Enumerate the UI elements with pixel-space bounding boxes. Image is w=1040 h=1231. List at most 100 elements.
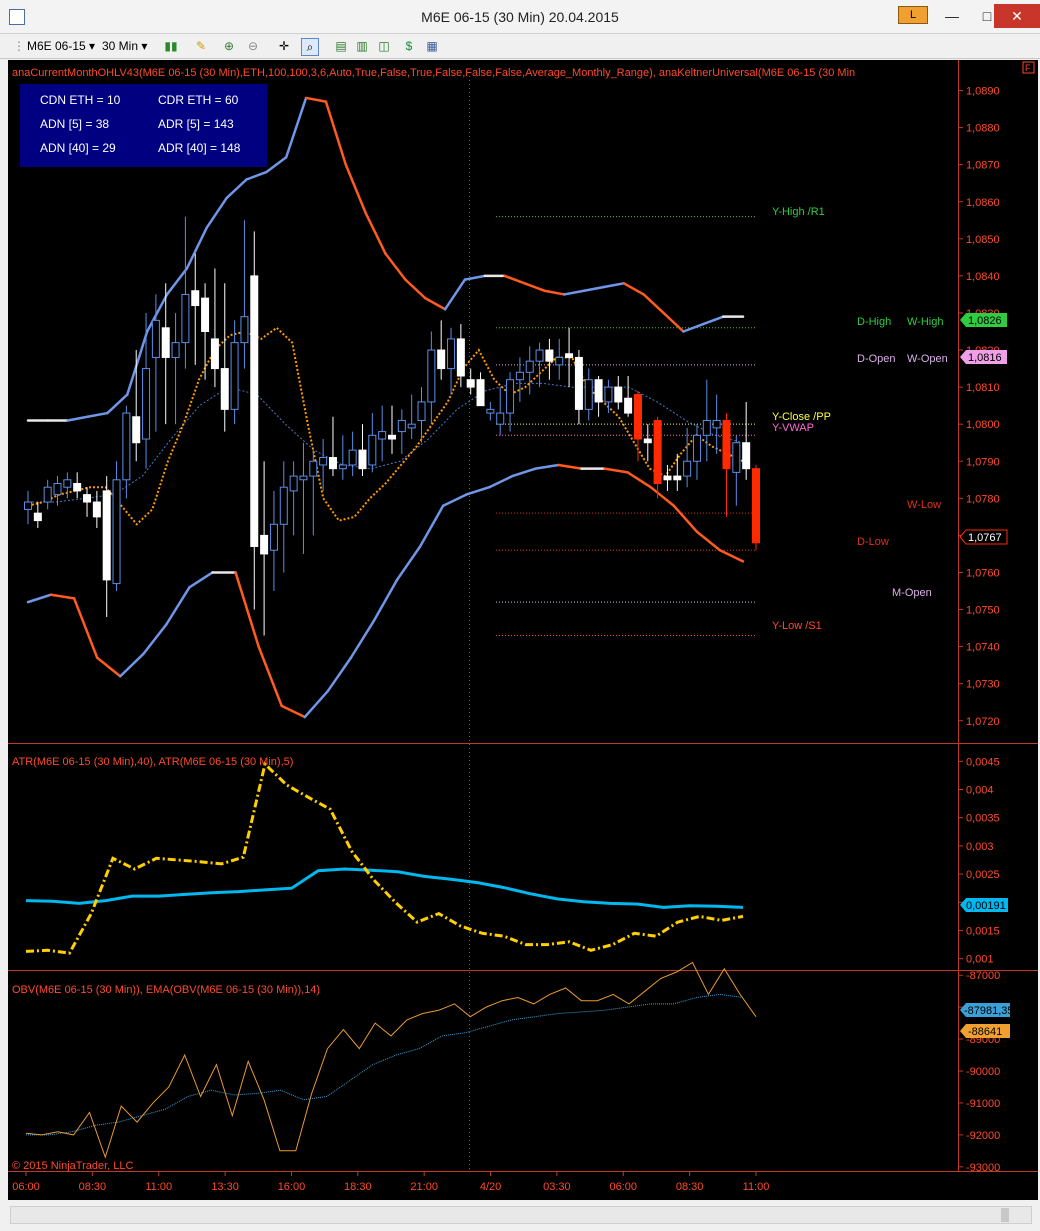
candle-body — [92, 501, 101, 518]
zoom-out-icon[interactable]: ⊖ — [245, 38, 261, 54]
close-button[interactable]: ✕ — [994, 4, 1040, 28]
scrollbar-thumb[interactable] — [1001, 1208, 1009, 1222]
chart-area[interactable]: 1,0890 1,0880 1,0870 1,0860 1,0850 1,0840 1,08… — [8, 60, 1038, 1200]
keltner-upper-band — [523, 282, 546, 292]
time-axis-label: 16:00 — [278, 1181, 306, 1193]
chart-canvas: 1,0890 1,0880 1,0870 1,0860 1,0850 1,0840 1,08… — [8, 60, 1038, 1193]
candle-body — [692, 434, 701, 462]
atr-panel-legend: ATR(M6E 06-15 (30 Min),40), ATR(M6E 06-1… — [12, 756, 293, 768]
y-low-label: Y-Low /S1 — [772, 620, 822, 632]
keltner-lower-band — [188, 571, 214, 589]
candle-body — [604, 386, 613, 403]
candle-body — [201, 297, 210, 333]
interval-selector[interactable]: 30 Min ▾ — [102, 38, 147, 54]
candle-body — [427, 349, 436, 403]
candle-body — [447, 338, 456, 370]
magnifier-icon[interactable]: ⌕ — [301, 38, 319, 56]
window-titlebar: M6E 06-15 (30 Min) 20.04.2015 L — □ ✕ — [0, 0, 1040, 34]
keltner-upper-band — [702, 315, 725, 326]
data-box-icon[interactable]: ▦ — [424, 38, 440, 54]
candle-body — [122, 412, 131, 481]
adr40-text: ADR [40] = 148 — [158, 141, 241, 155]
candle-body — [702, 419, 711, 436]
indicators-icon[interactable]: ▤ — [333, 38, 349, 54]
keltner-lower-band — [395, 545, 422, 582]
interval-label: 30 Min — [102, 39, 139, 53]
chart-properties-icon[interactable]: ◫ — [376, 38, 392, 54]
high-price-tag-text: 1,0826 — [968, 315, 1002, 327]
dollar-icon[interactable]: $ — [401, 38, 417, 54]
candle-body — [358, 449, 367, 470]
atr-value-tag-text: 0,00191 — [966, 900, 1006, 912]
crosshair-icon[interactable]: ✛ — [276, 38, 292, 54]
price-axis-tick-label: 1,0780 — [966, 493, 1000, 505]
price-panel-legend: anaCurrentMonthOHLV43(M6E 06-15 (30 Min)… — [12, 67, 855, 79]
keltner-lower-band — [695, 530, 722, 552]
obv-ema-tag-text: -87981,35 — [964, 1005, 1014, 1017]
candle-body — [338, 464, 347, 470]
f-box-label: F — [1025, 63, 1031, 73]
keltner-upper-band — [66, 415, 89, 422]
candle-body — [673, 475, 682, 481]
pencil-draw-icon[interactable]: ✎ — [193, 38, 209, 54]
obv-axis-tick-label: -91000 — [966, 1098, 1000, 1110]
keltner-upper-band — [364, 211, 387, 255]
keltner-lower-band — [603, 467, 629, 474]
candle-body — [260, 534, 269, 555]
keltner-upper-band — [563, 289, 586, 296]
candle-body — [299, 475, 308, 481]
candle-body — [289, 475, 298, 492]
keltner-upper-band — [304, 96, 328, 103]
time-axis-label: 06:00 — [610, 1181, 638, 1193]
keltner-upper-band — [503, 274, 526, 285]
atr5-line — [25, 761, 744, 955]
candle-body — [378, 431, 387, 440]
atr-axis-tick-label: 0,003 — [966, 841, 994, 853]
keltner-upper-band — [404, 278, 427, 300]
keltner-upper-band — [384, 252, 407, 281]
time-axis-label: 08:30 — [79, 1181, 107, 1193]
keltner-lower-band — [119, 652, 145, 678]
keltner-upper-band — [225, 178, 248, 200]
candle-body — [53, 482, 62, 496]
horizontal-scrollbar[interactable] — [10, 1206, 1032, 1224]
candle-body — [515, 371, 524, 381]
candle-body — [653, 419, 662, 484]
keltner-lower-band — [441, 493, 468, 507]
candle-body — [565, 353, 574, 358]
y-vwap-label: Y-VWAP — [772, 422, 814, 434]
y-high-label: Y-High /R1 — [772, 206, 825, 218]
obv-axis-tick-label: -87000 — [966, 970, 1000, 982]
minimize-button[interactable]: — — [932, 4, 972, 28]
candle-body — [309, 460, 318, 477]
candle-body — [574, 356, 583, 410]
candle-body — [584, 379, 593, 410]
keltner-lower-band — [303, 689, 330, 719]
keltner-lower-band — [72, 597, 99, 659]
candle-body — [643, 438, 652, 444]
candle-body — [171, 342, 180, 358]
keltner-lower-band — [280, 704, 307, 719]
price-axis-tick-label: 1,0790 — [966, 456, 1000, 468]
chevron-down-icon: ▾ — [89, 39, 96, 53]
keltner-lower-band — [626, 471, 652, 489]
candle-body — [525, 360, 534, 373]
candle-body — [466, 379, 475, 388]
price-axis-tick-label: 1,0870 — [966, 160, 1000, 172]
instrument-selector[interactable]: M6E 06-15 ▾ — [27, 38, 95, 54]
strategies-icon[interactable]: ▥ — [354, 38, 370, 54]
keltner-upper-band — [205, 196, 228, 229]
keltner-upper-band — [344, 163, 367, 215]
candle-body — [73, 482, 82, 492]
zoom-in-icon[interactable]: ⊕ — [221, 38, 237, 54]
obv-panel-legend: OBV(M6E 06-15 (30 Min)), EMA(OBV(M6E 06-… — [12, 984, 320, 996]
cdn-eth-text: CDN ETH = 10 — [40, 93, 121, 107]
candlestick-style-icon[interactable]: ▮▮ — [163, 38, 179, 54]
chart-toolbar: ⋮ M6E 06-15 ▾ 30 Min ▾ ▮▮ ✎ ⊕ ⊖ ✛ ⌕ ▤ ▥ … — [0, 34, 1040, 59]
keltner-lower-band — [234, 571, 260, 648]
candle-body — [545, 349, 554, 362]
candle-body — [388, 434, 396, 440]
lock-badge[interactable]: L — [898, 6, 928, 24]
keltner-lower-band — [511, 467, 537, 478]
price-axis-tick-label: 1,0850 — [966, 234, 1000, 246]
